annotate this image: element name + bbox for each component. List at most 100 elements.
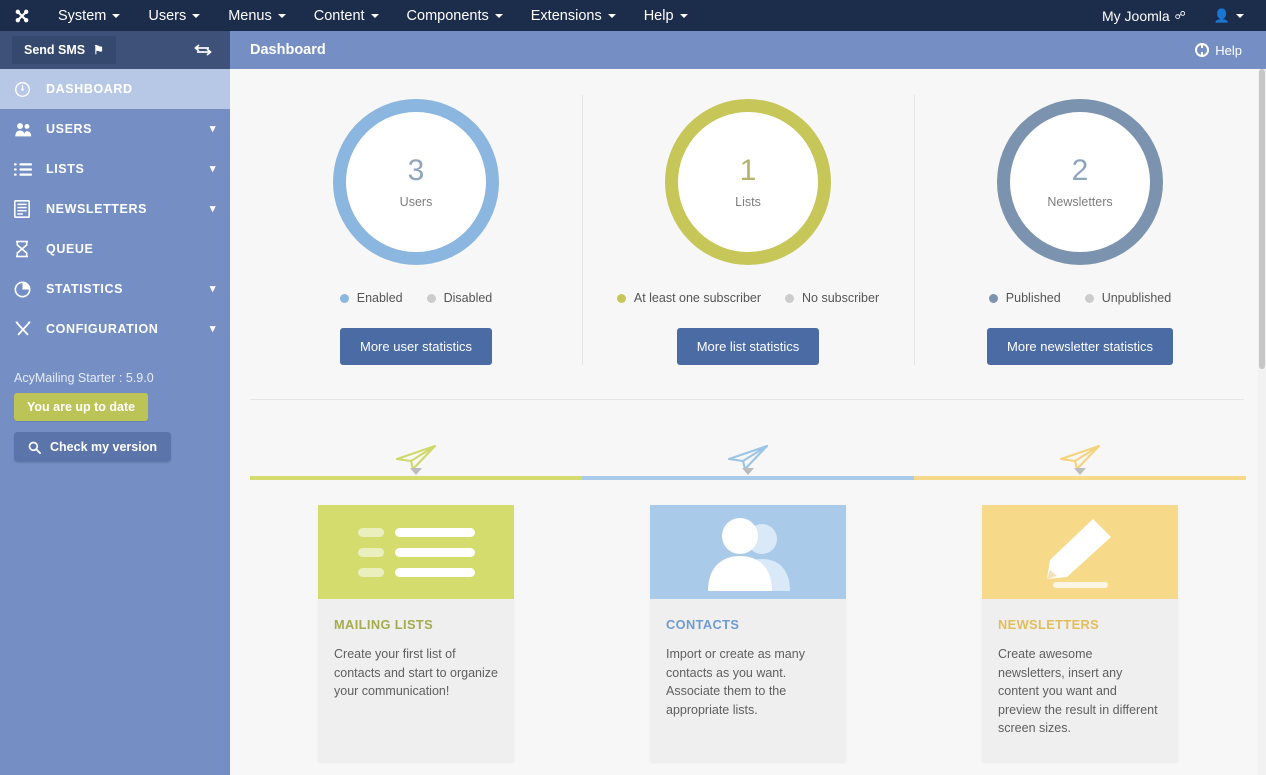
sidebar-item-dashboard[interactable]: DASHBOARD — [0, 69, 230, 109]
sidebar-item-label: CONFIGURATION — [46, 322, 210, 336]
check-my-version-button[interactable]: Check my version — [14, 432, 171, 462]
menu-label: Menus — [228, 8, 272, 24]
legend-label: Unpublished — [1102, 291, 1172, 305]
legend-dot — [340, 294, 349, 303]
lists-donut-label: Lists — [735, 195, 761, 209]
sidebar-item-newsletters[interactable]: NEWSLETTERS ▾ — [0, 189, 230, 229]
legend-dot — [617, 294, 626, 303]
up-to-date-badge[interactable]: You are up to date — [14, 393, 148, 421]
card-text: Import or create as many contacts as you… — [666, 645, 830, 719]
chevron-down-icon: ▾ — [210, 324, 216, 335]
sidebar-collapse-toggle[interactable] — [192, 39, 214, 61]
menu-item-users[interactable]: Users — [134, 0, 214, 31]
users-count: 3 — [408, 156, 425, 186]
joomla-logo-icon[interactable] — [0, 0, 44, 31]
more-newsletter-statistics-button[interactable]: More newsletter statistics — [987, 328, 1173, 365]
progress-segment-newsletters — [914, 476, 1246, 480]
help-ring-icon — [1195, 43, 1209, 57]
scrollbar-thumb[interactable] — [1259, 69, 1265, 369]
chevron-down-icon — [1236, 14, 1244, 18]
chevron-down-icon — [112, 14, 120, 18]
more-user-statistics-button[interactable]: More user statistics — [340, 328, 492, 365]
getting-started-section: MAILING LISTS Create your first list of … — [230, 400, 1266, 762]
card-mailing-lists[interactable]: MAILING LISTS Create your first list of … — [318, 505, 514, 762]
legend-item: Published — [989, 291, 1061, 305]
acymailing-dashboard-app: System Users Menus Content Components Ex… — [0, 0, 1266, 775]
chevron-down-icon — [371, 14, 379, 18]
check-my-version-label: Check my version — [50, 440, 157, 454]
pencil-icon — [982, 505, 1178, 599]
card-cell: NEWSLETTERS Create awesome newsletters, … — [914, 505, 1246, 762]
card-text: Create awesome newsletters, insert any c… — [998, 645, 1162, 738]
legend-label: At least one subscriber — [634, 291, 761, 305]
sidebar-item-label: DASHBOARD — [46, 82, 216, 96]
bullet-list-icon — [318, 505, 514, 599]
card-contacts[interactable]: CONTACTS Import or create as many contac… — [650, 505, 846, 762]
card-title: NEWSLETTERS — [998, 617, 1162, 632]
sidebar-item-configuration[interactable]: CONFIGURATION ▾ — [0, 309, 230, 349]
legend-dot — [785, 294, 794, 303]
menu-label: Users — [148, 8, 186, 24]
sidebar-item-users[interactable]: USERS ▾ — [0, 109, 230, 149]
menu-item-help[interactable]: Help — [630, 0, 702, 31]
progress-segment-lists — [250, 476, 582, 480]
menu-item-content[interactable]: Content — [300, 0, 393, 31]
menu-label: Help — [644, 8, 674, 24]
sidebar-item-label: STATISTICS — [46, 282, 210, 296]
sidebar-item-label: QUEUE — [46, 242, 216, 256]
page-title: Dashboard — [230, 31, 1195, 69]
send-sms-button[interactable]: Send SMS ⚑ — [12, 36, 116, 64]
list-icon — [14, 162, 40, 177]
progress-segment-contacts — [582, 476, 914, 480]
tools-icon — [14, 320, 40, 338]
chevron-down-icon: ▾ — [210, 284, 216, 295]
up-to-date-label: You are up to date — [27, 400, 135, 414]
sidebar-version-block: AcyMailing Starter : 5.9.0 You are up to… — [0, 349, 230, 462]
chevron-down-icon — [278, 14, 286, 18]
lists-legend: At least one subscriber No subscriber — [617, 291, 879, 305]
card-body: MAILING LISTS Create your first list of … — [318, 599, 514, 734]
sidebar-item-statistics[interactable]: STATISTICS ▾ — [0, 269, 230, 309]
menu-label: Content — [314, 8, 365, 24]
sidebar-item-label: NEWSLETTERS — [46, 202, 210, 216]
lists-count: 1 — [740, 156, 757, 186]
triangle-marker-icon — [742, 468, 754, 475]
menu-item-menus[interactable]: Menus — [214, 0, 300, 31]
user-menu-button[interactable]: 👤 — [1200, 0, 1256, 31]
newsletters-count: 2 — [1072, 156, 1089, 186]
user-icon: 👤 — [1214, 8, 1230, 24]
topbar-right-group: My Joomla ☍ 👤 — [1088, 0, 1266, 31]
gauge-icon — [14, 81, 40, 98]
sidebar-item-label: LISTS — [46, 162, 210, 176]
legend-dot — [427, 294, 436, 303]
card-newsletters[interactable]: NEWSLETTERS Create awesome newsletters, … — [982, 505, 1178, 762]
menu-item-components[interactable]: Components — [393, 0, 517, 31]
chevron-down-icon — [608, 14, 616, 18]
menu-label: System — [58, 8, 106, 24]
stat-panel-lists: 1 Lists At least one subscriber No subsc… — [582, 95, 914, 387]
sidebar-item-queue[interactable]: QUEUE — [0, 229, 230, 269]
statistics-row: 3 Users Enabled Disabled More user stati… — [230, 69, 1266, 387]
flag-icon: ⚑ — [93, 43, 104, 57]
more-list-statistics-button[interactable]: More list statistics — [677, 328, 820, 365]
page-scrollbar[interactable] — [1258, 69, 1266, 775]
legend-item: At least one subscriber — [617, 291, 761, 305]
sidebar-item-lists[interactable]: LISTS ▾ — [0, 149, 230, 189]
newsletter-icon — [14, 200, 40, 218]
main-content: 3 Users Enabled Disabled More user stati… — [230, 69, 1266, 775]
menu-label: Extensions — [531, 8, 602, 24]
newsletters-donut-label: Newsletters — [1047, 195, 1112, 209]
help-button[interactable]: Help — [1195, 43, 1266, 58]
legend-item: Unpublished — [1085, 291, 1172, 305]
external-link-icon: ☍ — [1175, 9, 1186, 22]
newsletters-legend: Published Unpublished — [989, 291, 1171, 305]
legend-label: Published — [1006, 291, 1061, 305]
sms-zone: Send SMS ⚑ — [0, 31, 230, 69]
card-cell: MAILING LISTS Create your first list of … — [250, 505, 582, 762]
site-name-link[interactable]: My Joomla ☍ — [1088, 0, 1200, 31]
menu-item-extensions[interactable]: Extensions — [517, 0, 630, 31]
menu-item-system[interactable]: System — [44, 0, 134, 31]
card-cell: CONTACTS Import or create as many contac… — [582, 505, 914, 762]
legend-label: No subscriber — [802, 291, 879, 305]
legend-dot — [1085, 294, 1094, 303]
